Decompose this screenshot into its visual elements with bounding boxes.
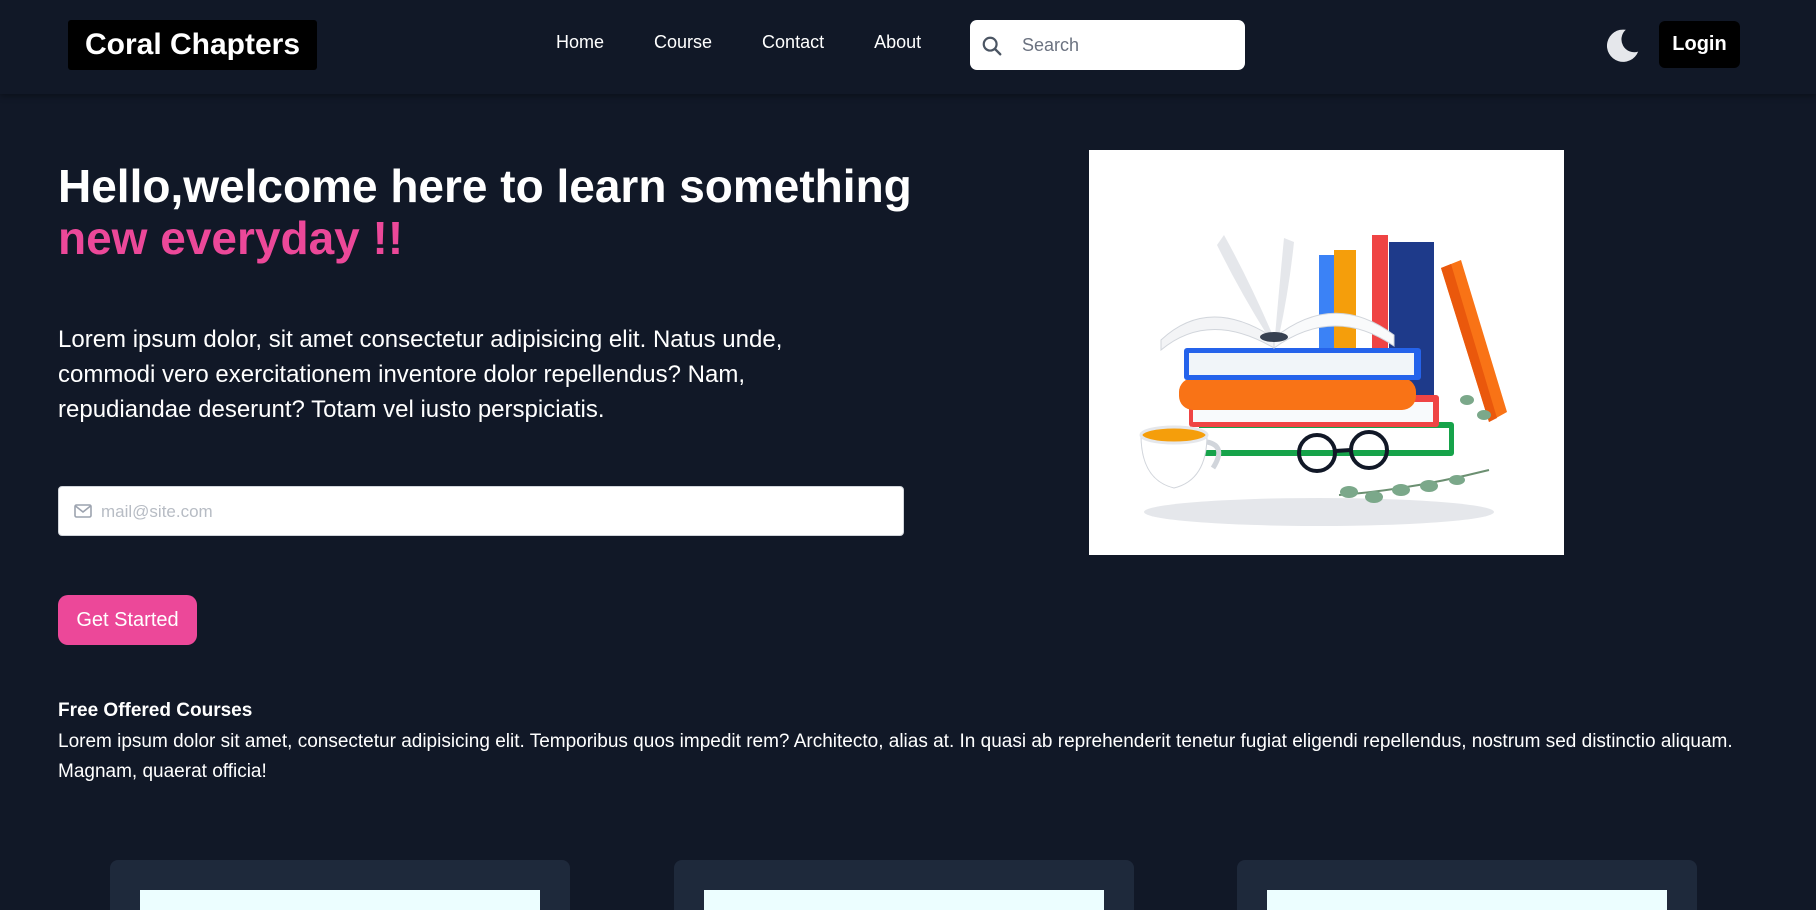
nav-link-home[interactable]: Home xyxy=(556,28,604,56)
search-input[interactable] xyxy=(1022,30,1232,60)
books-icon xyxy=(1139,235,1507,526)
course-card[interactable] xyxy=(674,860,1134,910)
nav-link-contact[interactable]: Contact xyxy=(762,28,824,56)
course-card-image xyxy=(704,890,1104,910)
course-card[interactable] xyxy=(1237,860,1697,910)
course-card-image xyxy=(140,890,540,910)
hero-description: Lorem ipsum dolor, sit amet consectetur … xyxy=(58,326,783,423)
hero-title-line1: Hello,welcome here to learn something xyxy=(58,160,912,212)
course-card[interactable] xyxy=(110,860,570,910)
login-button[interactable]: Login xyxy=(1659,21,1740,68)
brand-logo[interactable]: Coral Chapters xyxy=(68,20,317,70)
search-icon xyxy=(982,36,1002,56)
hero-title-highlight: new everyday !! xyxy=(58,212,404,264)
moon-icon[interactable] xyxy=(1603,26,1641,64)
courses-description: Lorem ipsum dolor sit amet, consectetur … xyxy=(58,731,1733,782)
get-started-button[interactable]: Get Started xyxy=(58,595,197,645)
books-illustration xyxy=(1089,150,1564,555)
course-card-image xyxy=(1267,890,1667,910)
nav-link-course[interactable]: Course xyxy=(654,28,712,56)
nav-link-about[interactable]: About xyxy=(874,28,921,56)
nav-links: Home Course Contact About xyxy=(556,28,971,56)
courses-heading: Free Offered Courses xyxy=(58,700,253,721)
mail-icon xyxy=(74,504,92,518)
search-box xyxy=(970,20,1245,70)
hero-title: Hello,welcome here to learn something ne… xyxy=(58,160,958,264)
email-input[interactable] xyxy=(101,497,891,527)
email-field xyxy=(58,486,904,536)
navbar: Coral Chapters Home Course Contact About… xyxy=(0,0,1816,94)
